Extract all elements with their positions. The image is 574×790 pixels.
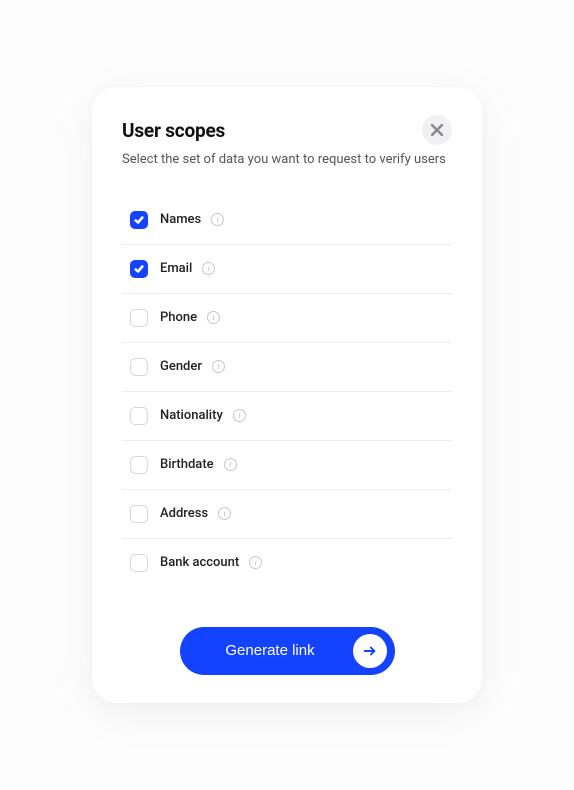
scope-label: Address	[160, 506, 208, 521]
info-icon[interactable]	[211, 213, 224, 226]
scope-row: Names	[122, 196, 452, 245]
card-footer: Generate link	[122, 627, 452, 675]
arrow-circle	[353, 634, 387, 668]
scope-checkbox[interactable]	[130, 309, 148, 327]
card-subtitle: Select the set of data you want to reque…	[122, 151, 452, 169]
scope-label: Birthdate	[160, 457, 214, 472]
generate-link-label: Generate link	[212, 642, 329, 659]
scope-checkbox[interactable]	[130, 456, 148, 474]
scope-checkbox[interactable]	[130, 358, 148, 376]
card-header: User scopes	[122, 119, 452, 145]
close-button[interactable]	[422, 115, 452, 145]
scope-label: Gender	[160, 359, 202, 374]
info-icon[interactable]	[224, 458, 237, 471]
card-title: User scopes	[122, 119, 225, 142]
scope-label: Nationality	[160, 408, 223, 423]
info-icon[interactable]	[233, 409, 246, 422]
check-icon	[134, 264, 144, 274]
scopes-list: Names Email Phone Gender Nationality Birthdat…	[122, 196, 452, 587]
scope-row: Address	[122, 490, 452, 539]
scope-row: Bank account	[122, 539, 452, 587]
scope-row: Birthdate	[122, 441, 452, 490]
arrow-right-icon	[363, 644, 377, 658]
scope-checkbox[interactable]	[130, 407, 148, 425]
generate-link-button[interactable]: Generate link	[180, 627, 395, 675]
scope-label: Bank account	[160, 555, 239, 570]
info-icon[interactable]	[207, 311, 220, 324]
info-icon[interactable]	[212, 360, 225, 373]
scope-row: Nationality	[122, 392, 452, 441]
info-icon[interactable]	[218, 507, 231, 520]
scope-label: Names	[160, 212, 201, 227]
close-icon	[431, 124, 443, 136]
scope-checkbox[interactable]	[130, 554, 148, 572]
info-icon[interactable]	[249, 556, 262, 569]
scope-label: Phone	[160, 310, 197, 325]
info-icon[interactable]	[202, 262, 215, 275]
scope-checkbox[interactable]	[130, 211, 148, 229]
check-icon	[134, 215, 144, 225]
scope-label: Email	[160, 261, 192, 276]
scope-row: Gender	[122, 343, 452, 392]
scope-row: Email	[122, 245, 452, 294]
scope-checkbox[interactable]	[130, 505, 148, 523]
scope-row: Phone	[122, 294, 452, 343]
user-scopes-card: User scopes Select the set of data you w…	[92, 87, 482, 702]
scope-checkbox[interactable]	[130, 260, 148, 278]
